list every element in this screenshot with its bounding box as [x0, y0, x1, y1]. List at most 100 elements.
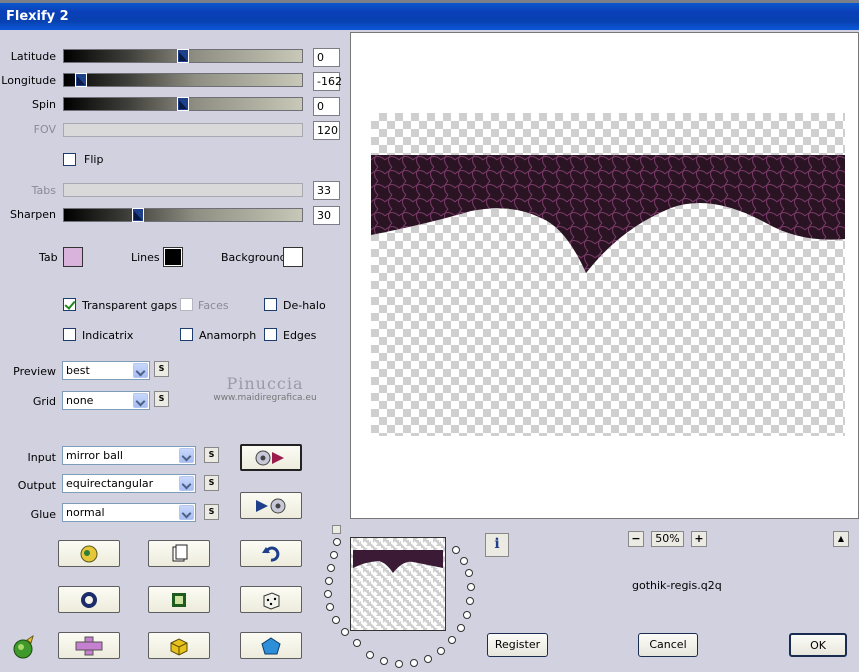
latitude-value-field[interactable]: 0: [313, 48, 340, 67]
rotation-dot[interactable]: [463, 611, 471, 619]
rotation-dot[interactable]: [465, 569, 473, 577]
latitude-slider[interactable]: [63, 49, 303, 63]
zoom-in-button[interactable]: +: [691, 531, 707, 547]
sharpen-value-field[interactable]: 30: [313, 206, 340, 225]
longitude-slider[interactable]: [63, 73, 303, 87]
cross-button[interactable]: [58, 632, 120, 659]
rotation-dot[interactable]: [395, 660, 403, 668]
square-icon: [172, 592, 186, 607]
fov-slider: [63, 123, 303, 137]
rotation-dot[interactable]: [380, 657, 388, 665]
output-select[interactable]: equirectangular: [62, 474, 196, 493]
anamorph-checkbox[interactable]: [180, 328, 193, 341]
rotation-dot[interactable]: [333, 538, 341, 546]
cancel-button[interactable]: Cancel: [638, 633, 698, 657]
indicatrix-checkbox[interactable]: [63, 328, 76, 341]
info-button[interactable]: i: [485, 533, 509, 557]
lines-color-swatch[interactable]: [163, 247, 183, 267]
ring-button[interactable]: [58, 586, 120, 613]
de-halo-checkbox[interactable]: [264, 298, 277, 311]
glue-s-button[interactable]: S: [204, 504, 219, 520]
register-button[interactable]: Register: [487, 633, 548, 657]
window-title: Flexify 2: [6, 9, 69, 24]
background-color-swatch[interactable]: [283, 247, 303, 267]
watermark-line2: www.maidiregrafica.eu: [213, 393, 317, 403]
tabs-slider: [63, 183, 303, 197]
rotation-dot[interactable]: [437, 647, 445, 655]
navigator-preview-image: [353, 550, 443, 573]
convert-output-button[interactable]: [240, 492, 302, 519]
sharpen-slider[interactable]: [63, 208, 303, 222]
lines-color-label: Lines: [131, 251, 160, 264]
preview-select-value: best: [66, 364, 90, 377]
rotation-dot[interactable]: [324, 590, 332, 598]
zoom-out-button[interactable]: −: [628, 531, 644, 547]
copy-button[interactable]: [148, 540, 210, 567]
transparent-gaps-checkbox[interactable]: [63, 298, 76, 311]
preset-filename: gothik-regis.q2q: [632, 579, 722, 592]
output-s-button[interactable]: S: [204, 475, 219, 491]
flip-checkbox[interactable]: [63, 153, 76, 166]
undo-button[interactable]: [240, 540, 302, 567]
pentagon-icon: [261, 636, 281, 654]
scroll-up-button[interactable]: ▲: [833, 531, 849, 547]
glue-select[interactable]: normal: [62, 503, 196, 522]
indicatrix-label: Indicatrix: [82, 329, 134, 342]
input-select[interactable]: mirror ball: [62, 446, 196, 465]
longitude-slider-thumb[interactable]: [75, 73, 87, 87]
randomize-button[interactable]: [58, 540, 120, 567]
tab-color-swatch[interactable]: [63, 247, 83, 267]
latitude-slider-thumb[interactable]: [177, 49, 189, 63]
input-s-button[interactable]: S: [204, 447, 219, 463]
zoom-level: 50%: [651, 531, 684, 547]
rotation-dot[interactable]: [366, 651, 374, 659]
preview-image: [371, 155, 845, 273]
preview-select-label: Preview: [13, 365, 56, 378]
rotation-dot[interactable]: [424, 655, 432, 663]
cube-button[interactable]: [148, 632, 210, 659]
rotation-dot[interactable]: [448, 636, 456, 644]
ok-button[interactable]: OK: [789, 633, 847, 657]
longitude-label: Longitude: [1, 74, 56, 87]
rotation-dot[interactable]: [467, 583, 475, 591]
input-select-value: mirror ball: [66, 449, 123, 462]
preview-select[interactable]: best: [62, 361, 150, 380]
rotation-dot[interactable]: [327, 564, 335, 572]
grid-select[interactable]: none: [62, 391, 150, 410]
rotation-dot[interactable]: [326, 603, 334, 611]
tab-color-label: Tab: [39, 251, 58, 264]
logo-icon: [13, 634, 34, 659]
dice-button[interactable]: [240, 586, 302, 613]
spin-value-field[interactable]: 0: [313, 97, 340, 116]
square-button[interactable]: [148, 586, 210, 613]
rotation-dot[interactable]: [460, 557, 468, 565]
rotation-dot[interactable]: [457, 624, 465, 632]
grid-s-button[interactable]: S: [154, 391, 169, 407]
faces-checkbox: [180, 298, 193, 311]
preview-s-button[interactable]: S: [154, 361, 169, 377]
rotation-dot[interactable]: [452, 546, 460, 554]
rotation-dot[interactable]: [353, 639, 361, 647]
play-disc-icon: [256, 498, 286, 513]
edges-checkbox[interactable]: [264, 328, 277, 341]
rotation-dot[interactable]: [341, 628, 349, 636]
rotation-dot[interactable]: [325, 577, 333, 585]
convert-input-button[interactable]: [240, 444, 302, 471]
longitude-value-field[interactable]: -162: [313, 72, 342, 91]
rotation-dot[interactable]: [410, 659, 418, 667]
tabs-label: Tabs: [31, 184, 56, 197]
sharpen-slider-thumb[interactable]: [132, 208, 144, 222]
pentagon-button[interactable]: [240, 632, 302, 659]
navigator-thumbnail[interactable]: [350, 537, 446, 631]
anamorph-label: Anamorph: [199, 329, 257, 342]
spin-slider-thumb[interactable]: [177, 97, 189, 111]
preview-canvas[interactable]: [350, 32, 859, 519]
rotation-dot[interactable]: [466, 597, 474, 605]
rotation-dot[interactable]: [330, 551, 338, 559]
navigator-handle[interactable]: [332, 525, 341, 534]
flip-label: Flip: [84, 153, 104, 166]
transparent-gaps-label: Transparent gaps: [82, 299, 178, 312]
spin-slider[interactable]: [63, 97, 303, 111]
chevron-down-icon: [133, 363, 148, 378]
rotation-dot[interactable]: [332, 616, 340, 624]
